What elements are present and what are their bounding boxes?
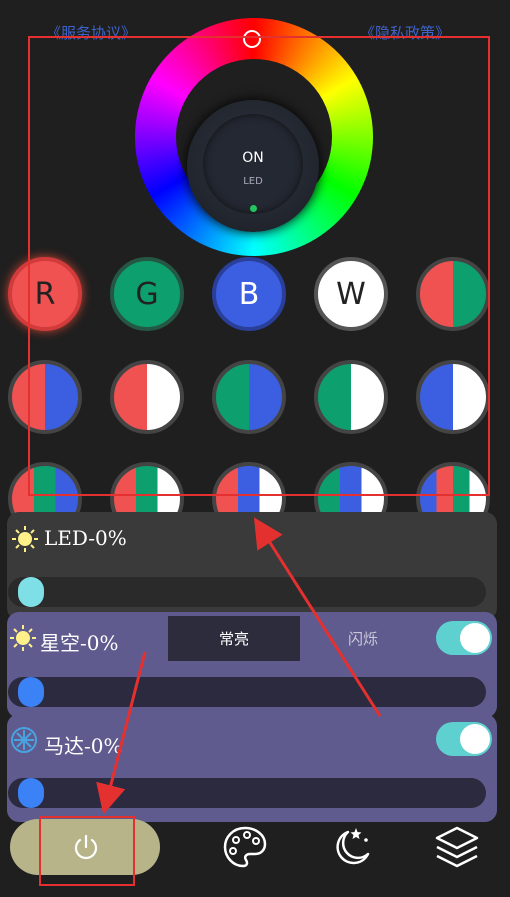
motor-toggle[interactable] bbox=[436, 722, 492, 756]
palette-icon[interactable] bbox=[220, 822, 270, 872]
toggle-knob bbox=[460, 623, 490, 653]
motor-slider-thumb[interactable] bbox=[18, 778, 44, 808]
led-slider-thumb[interactable] bbox=[18, 577, 44, 607]
led-slider[interactable] bbox=[8, 577, 486, 607]
starry-title: 星空-0% bbox=[40, 631, 119, 655]
motor-title: 马达-0% bbox=[44, 734, 123, 758]
led-title: LED-0% bbox=[44, 526, 127, 550]
starry-slider[interactable] bbox=[8, 677, 486, 707]
starry-slider-thumb[interactable] bbox=[18, 677, 44, 707]
layers-icon[interactable] bbox=[432, 822, 482, 872]
annotation-highlight-box bbox=[39, 816, 135, 886]
moon-stars-icon[interactable] bbox=[326, 822, 376, 872]
fan-icon bbox=[11, 727, 37, 753]
sun-icon bbox=[12, 526, 38, 552]
annotation-highlight-box bbox=[28, 36, 490, 496]
mode-steady-button[interactable]: 常亮 bbox=[168, 616, 300, 661]
mode-flash-button[interactable]: 闪烁 bbox=[348, 628, 378, 649]
starry-toggle[interactable] bbox=[436, 621, 492, 655]
motor-slider[interactable] bbox=[8, 778, 486, 808]
sun-icon bbox=[10, 625, 36, 651]
toggle-knob bbox=[460, 724, 490, 754]
